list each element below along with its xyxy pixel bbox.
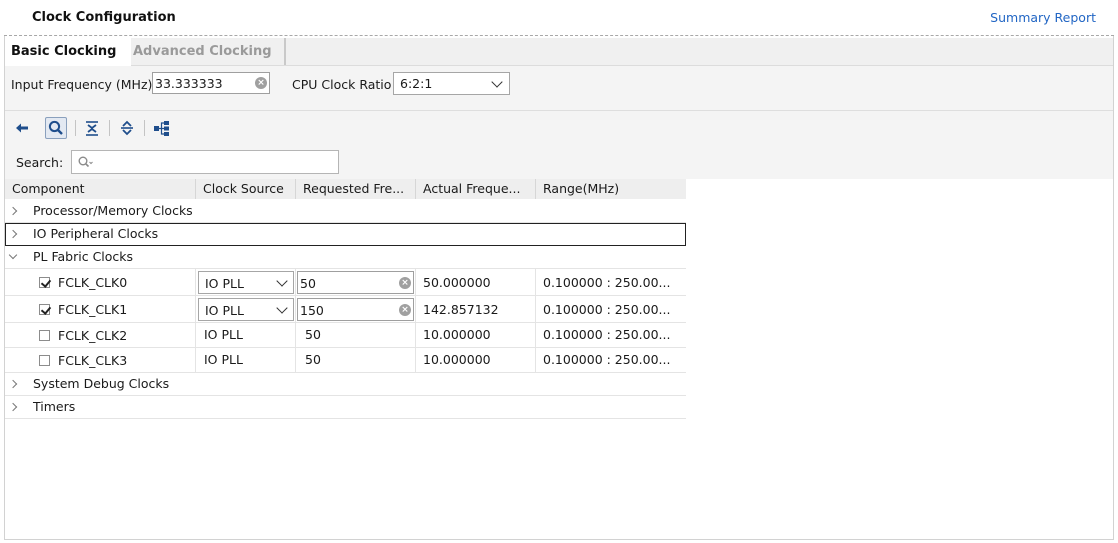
enable-checkbox[interactable]	[39, 330, 50, 341]
input-frequency-label: Input Frequency (MHz)	[11, 77, 153, 92]
chevron-down-icon[interactable]	[8, 250, 18, 260]
requested-frequency: 50	[305, 327, 321, 342]
column-header-requested-frequency[interactable]: Requested Fre...	[296, 179, 416, 199]
clear-icon[interactable]: ×	[399, 277, 411, 289]
group-row-io-peripheral-clocks[interactable]: IO Peripheral Clocks	[5, 223, 686, 246]
group-row-pl-fabric-clocks[interactable]: PL Fabric Clocks	[5, 246, 686, 269]
summary-report-link[interactable]: Summary Report	[990, 10, 1096, 25]
clear-icon[interactable]: ×	[399, 304, 411, 316]
enable-checkbox[interactable]	[39, 304, 52, 315]
search-row: Search:	[5, 145, 1113, 179]
clock-source-select[interactable]: IO PLL	[198, 298, 294, 321]
actual-frequency: 50.000000	[423, 275, 491, 290]
clock-name: FCLK_CLK2	[58, 328, 128, 343]
group-row-timers[interactable]: Timers	[5, 396, 686, 419]
clear-icon[interactable]: ×	[255, 77, 267, 89]
range-value: 0.100000 : 250.00...	[543, 302, 671, 317]
checkmark-icon	[40, 304, 52, 315]
range-value: 0.100000 : 250.00...	[543, 327, 671, 342]
expand-all-icon[interactable]	[116, 117, 138, 139]
clock-source: IO PLL	[204, 352, 243, 367]
clock-name: FCLK_CLK0	[58, 275, 128, 290]
clock-source-select[interactable]: IO PLL	[198, 271, 294, 294]
toolbar-divider	[144, 120, 145, 136]
chevron-right-icon[interactable]	[8, 229, 18, 239]
requested-frequency-field[interactable]: 50 ×	[297, 271, 414, 294]
back-arrow-icon[interactable]	[11, 117, 33, 139]
clock-name: FCLK_CLK1	[58, 302, 128, 317]
hierarchy-icon[interactable]	[151, 117, 173, 139]
column-header-clock-source[interactable]: Clock Source	[196, 179, 296, 199]
actual-frequency: 10.000000	[423, 352, 491, 367]
column-header-actual-frequency[interactable]: Actual Freque...	[416, 179, 536, 199]
enable-checkbox[interactable]	[39, 355, 50, 366]
group-row-processor-memory-clocks[interactable]: Processor/Memory Clocks	[5, 200, 686, 223]
clock-name: FCLK_CLK3	[58, 353, 128, 368]
search-input[interactable]	[71, 150, 339, 174]
chevron-down-icon	[491, 76, 503, 88]
chevron-right-icon[interactable]	[8, 402, 18, 412]
cpu-clock-ratio-select[interactable]: 6:2:1	[393, 72, 510, 95]
group-row-system-debug-clocks[interactable]: System Debug Clocks	[5, 373, 686, 396]
chevron-right-icon[interactable]	[8, 206, 18, 216]
search-label: Search:	[16, 155, 64, 170]
tab-bar: Basic Clocking Advanced Clocking	[5, 38, 1113, 66]
title-bar: Clock Configuration Summary Report	[0, 0, 1118, 36]
column-header-component[interactable]: Component	[5, 179, 196, 199]
clock-source: IO PLL	[204, 327, 243, 342]
requested-frequency-field[interactable]: 150 ×	[297, 298, 414, 321]
enable-checkbox[interactable]	[39, 277, 52, 288]
actual-frequency: 10.000000	[423, 327, 491, 342]
table-row-fclk-clk3: FCLK_CLK3 IO PLL 50 10.000000 0.100000 :…	[5, 348, 686, 373]
cpu-clock-ratio-label: CPU Clock Ratio	[292, 77, 392, 92]
input-frequency-field[interactable]: 33.333333 ×	[152, 72, 270, 94]
chevron-down-icon	[276, 302, 288, 314]
search-icon	[77, 155, 93, 172]
page-title: Clock Configuration	[32, 10, 176, 25]
chevron-down-icon	[276, 275, 288, 287]
collapse-all-icon[interactable]	[81, 117, 103, 139]
range-value: 0.100000 : 250.00...	[543, 352, 671, 367]
dashed-divider	[4, 35, 1114, 36]
tab-advanced-clocking[interactable]: Advanced Clocking	[127, 38, 286, 65]
toolbar-divider	[109, 120, 110, 136]
tab-basic-clocking[interactable]: Basic Clocking	[5, 38, 131, 66]
table-row-fclk-clk0: FCLK_CLK0 IO PLL 50 × 50.000000 0.100000…	[5, 269, 686, 296]
clock-input-row: Input Frequency (MHz) 33.333333 × CPU Cl…	[5, 66, 1113, 111]
chevron-right-icon[interactable]	[8, 379, 18, 389]
actual-frequency: 142.857132	[423, 302, 499, 317]
toolbar	[5, 111, 1113, 146]
table-row-fclk-clk1: FCLK_CLK1 IO PLL 150 × 142.857132 0.1000…	[5, 296, 686, 323]
toolbar-divider	[75, 120, 76, 136]
table-row-fclk-clk2: FCLK_CLK2 IO PLL 50 10.000000 0.100000 :…	[5, 323, 686, 348]
checkmark-icon	[40, 277, 52, 288]
range-value: 0.100000 : 250.00...	[543, 275, 671, 290]
column-header-range[interactable]: Range(MHz)	[536, 179, 686, 199]
search-icon[interactable]	[45, 117, 67, 139]
requested-frequency: 50	[305, 352, 321, 367]
